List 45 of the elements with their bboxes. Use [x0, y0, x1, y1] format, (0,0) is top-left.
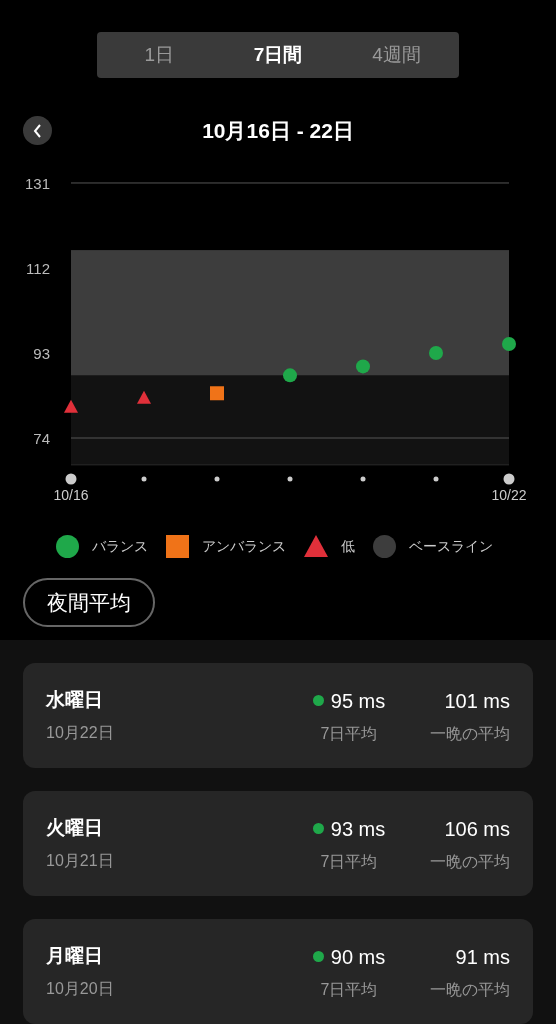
night-value: 106 ms [444, 816, 510, 842]
axis-label: 131 [24, 175, 50, 192]
date-label: 10月22日 [46, 722, 115, 743]
night-value: 101 ms [444, 688, 510, 714]
legend-label: バランス [91, 536, 148, 556]
legend-label: アンバランス [201, 536, 286, 556]
average-value: 95 ms [330, 688, 386, 714]
axis-tick-dot [141, 476, 147, 482]
weekday-label: 火曜日 [46, 816, 104, 841]
axis-tick-dot [214, 476, 220, 482]
day-card[interactable]: 火曜日 10月21日 93 ms 7日平均 106 ms 一晩の平均 [23, 791, 533, 896]
back-button[interactable] [23, 116, 52, 145]
date-label: 10月21日 [46, 850, 115, 871]
axis-label: 74 [33, 430, 50, 447]
axis-label: 112 [26, 260, 50, 277]
axis-tick-dot [503, 473, 515, 485]
axis-tick-dot [433, 476, 439, 482]
date-label: 10月20日 [46, 978, 115, 999]
date-range-title: 10月16日 - 22日 [202, 118, 354, 145]
average-label: 7日平均 [320, 723, 378, 744]
axis-tick-dot [360, 476, 366, 482]
night-label: 一晩の平均 [430, 723, 510, 744]
chevron-left-icon [33, 123, 42, 138]
night-label: 一晩の平均 [430, 979, 510, 1000]
night-value: 91 ms [455, 944, 510, 970]
axis-label: 93 [33, 345, 50, 362]
legend-label: ベースライン [408, 536, 493, 556]
day-card[interactable]: 月曜日 10月20日 90 ms 7日平均 91 ms 一晩の平均 [23, 919, 533, 1024]
filter-chip[interactable]: 夜間平均 [23, 578, 155, 627]
period-tab[interactable]: 4週間 [337, 35, 456, 75]
day-card[interactable]: 水曜日 10月22日 95 ms 7日平均 101 ms 一晩の平均 [23, 663, 533, 768]
axis-label: 10/22 [491, 487, 527, 503]
average-label: 7日平均 [320, 979, 378, 1000]
average-label: 7日平均 [320, 851, 378, 872]
axis-tick-dot [287, 476, 293, 482]
average-value: 90 ms [330, 944, 386, 970]
period-tab[interactable]: 1日 [100, 35, 219, 75]
weekday-label: 月曜日 [46, 944, 104, 969]
weekday-label: 水曜日 [46, 688, 104, 713]
period-tab[interactable]: 7日間 [218, 35, 338, 75]
legend-label: 低 [340, 536, 355, 556]
night-label: 一晩の平均 [430, 851, 510, 872]
axis-tick-dot [65, 473, 77, 485]
axis-label: 10/16 [53, 487, 89, 503]
average-value: 93 ms [330, 816, 386, 842]
